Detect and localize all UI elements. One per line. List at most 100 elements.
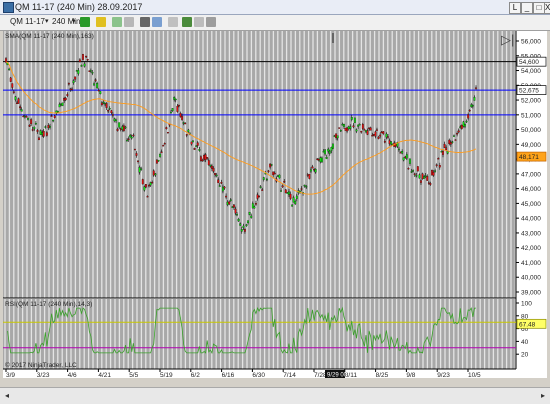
candle-body [471, 105, 474, 107]
candle-body [259, 186, 262, 188]
candle-body [23, 115, 26, 118]
candle-body [16, 102, 18, 105]
candle-body [339, 130, 342, 132]
candle-body [272, 171, 275, 176]
candle-body [453, 135, 455, 137]
candle-body [424, 175, 427, 177]
y-tick-label: 49,000 [521, 142, 541, 149]
candle-body [173, 97, 176, 100]
candle-body [152, 170, 155, 176]
candle-body [99, 91, 102, 95]
candle-body [327, 148, 330, 152]
candle-body [199, 156, 202, 161]
candle-body [431, 169, 433, 176]
candle-body [357, 124, 360, 127]
candle-body [305, 186, 308, 188]
x-tick-label: 6/2 [191, 372, 200, 378]
candle-body [12, 91, 15, 93]
candle-body [141, 179, 144, 185]
candle-body [176, 105, 179, 112]
x-tick-label: 9/8 [406, 372, 415, 378]
candle-body [28, 124, 31, 127]
indicator-icon[interactable] [182, 17, 192, 27]
horizontal-scrollbar[interactable]: ◂ ▸ [0, 387, 550, 404]
print-icon[interactable] [206, 17, 216, 27]
candle-body [218, 185, 221, 187]
candle-body [38, 137, 40, 141]
candle-body [248, 212, 251, 215]
properties-icon[interactable] [168, 17, 178, 27]
x-tick-label: 3/9 [6, 372, 15, 378]
candle-body [132, 134, 135, 137]
candle-body [122, 125, 125, 131]
pen-icon[interactable] [96, 17, 106, 27]
candle-body [306, 174, 309, 176]
scroll-left-icon[interactable]: ◂ [2, 390, 12, 401]
chart-toolbar: QM 11-17 ▾ 240 Min ▾ [0, 15, 550, 31]
x-tick-label: 4/21 [98, 372, 111, 378]
draw-tool-icon[interactable] [112, 17, 122, 27]
bar-type-icon[interactable] [80, 17, 90, 27]
chart-panel[interactable]: 56,00055,00054,00053,00052,00051,00050,0… [3, 31, 547, 379]
candle-body [225, 195, 227, 198]
candle-body [262, 177, 265, 180]
period-selector[interactable]: 240 Min [52, 16, 80, 28]
candle-body [115, 119, 117, 122]
restore-icon[interactable]: L [509, 2, 521, 14]
close-button[interactable]: X [544, 2, 550, 14]
candle-body [247, 220, 249, 224]
instrument-dropdown-icon[interactable]: ▾ [45, 16, 49, 28]
candle-body [75, 70, 78, 72]
candle-body [214, 173, 216, 175]
y-tick-label: 40,000 [521, 275, 541, 282]
chart-app-icon [3, 2, 14, 13]
price-marker-label: 52,675 [519, 88, 539, 95]
candle-body [286, 192, 289, 194]
candle-body [256, 194, 259, 199]
candle-body [368, 127, 371, 129]
draw-tool-2-icon[interactable] [124, 17, 134, 27]
candle-body [242, 225, 245, 228]
candle-body [138, 167, 141, 173]
candle-body [383, 141, 386, 143]
candle-body [228, 201, 231, 205]
candle-body [78, 59, 81, 63]
candle-body [470, 104, 473, 107]
candle-body [303, 184, 306, 187]
x-tick-label: 10/5 [468, 372, 481, 378]
candle-body [221, 186, 224, 192]
instrument-selector[interactable]: QM 11-17 [10, 16, 45, 28]
candle-body [322, 151, 325, 153]
candle-body [195, 145, 198, 147]
candle-body [251, 203, 254, 209]
candle-body [118, 122, 121, 128]
candle-body [96, 83, 99, 89]
candle-body [240, 229, 243, 232]
candle-body [111, 114, 114, 116]
period-dropdown-icon[interactable]: ▾ [72, 16, 76, 28]
candle-body [107, 110, 110, 112]
candle-body [143, 186, 146, 191]
price-chart[interactable]: 56,00055,00054,00053,00052,00051,00050,0… [3, 31, 547, 379]
candle-body [273, 172, 276, 175]
strategy-icon[interactable] [194, 17, 204, 27]
candle-body [174, 98, 177, 101]
candle-body [94, 79, 97, 81]
window-titlebar: QM 11-17 (240 Min) 28.09.2017 L _ □ X [0, 0, 550, 15]
candle-body [269, 163, 272, 168]
candle-body [155, 159, 158, 164]
sma-marker-label: 48,171 [519, 154, 539, 161]
candle-body [347, 126, 350, 130]
candle-body [457, 130, 460, 133]
candle-body [102, 102, 105, 104]
price-panel-title: SMA(QM 11-17 (240 Min),163) [5, 33, 94, 40]
candle-body [135, 153, 138, 156]
zoom-icon[interactable] [152, 17, 162, 27]
crosshair-icon[interactable] [140, 17, 150, 27]
minimize-button[interactable]: _ [521, 2, 533, 14]
candle-body [89, 70, 92, 72]
candle-body [278, 174, 281, 179]
scroll-right-icon[interactable]: ▸ [538, 390, 548, 401]
candle-body [270, 164, 273, 166]
candle-body [376, 129, 378, 131]
